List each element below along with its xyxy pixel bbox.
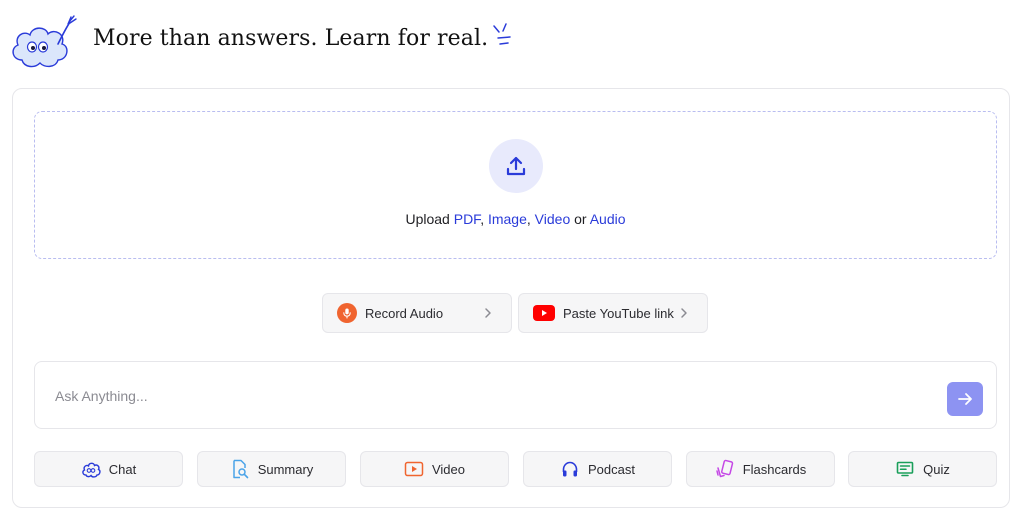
video-play-icon: [404, 459, 424, 479]
mode-chat-label: Chat: [108, 461, 137, 477]
mascot-cloud-icon: [12, 15, 77, 68]
upload-dropzone[interactable]: Upload PDF, Image, Video or Audio: [34, 111, 997, 259]
chevron-right-icon: [485, 308, 491, 318]
mode-flashcards-button[interactable]: Flashcards: [686, 451, 835, 487]
ask-box: [34, 361, 997, 429]
main-card: Upload PDF, Image, Video or Audio Record…: [12, 88, 1010, 508]
upload-or: or: [570, 211, 590, 227]
youtube-link-button[interactable]: Paste YouTube link: [518, 293, 708, 333]
sparkle-icon: [493, 23, 511, 45]
chat-cloud-icon: [81, 459, 101, 479]
record-audio-label: Record Audio: [365, 305, 444, 321]
youtube-icon: [533, 305, 555, 321]
arrow-right-icon: [958, 393, 972, 405]
summary-doc-icon: [230, 459, 250, 479]
upload-prefix: Upload: [405, 211, 454, 227]
mode-summary-label: Summary: [257, 461, 314, 477]
upload-instructions: Upload PDF, Image, Video or Audio: [35, 211, 996, 227]
header: More than answers. Learn for real.: [0, 0, 1024, 80]
upload-image-link[interactable]: Image: [488, 211, 527, 227]
mode-quiz-label: Quiz: [923, 461, 950, 477]
upload-video-link[interactable]: Video: [535, 211, 571, 227]
mode-podcast-button[interactable]: Podcast: [523, 451, 672, 487]
upload-audio-link[interactable]: Audio: [590, 211, 626, 227]
mode-chat-button[interactable]: Chat: [34, 451, 183, 487]
upload-sep-1: ,: [480, 211, 488, 227]
chevron-right-icon: [681, 308, 687, 318]
mode-video-label: Video: [431, 461, 465, 477]
page-title: More than answers. Learn for real.: [93, 26, 489, 51]
upload-button[interactable]: [489, 139, 543, 193]
record-audio-button[interactable]: Record Audio: [322, 293, 512, 333]
youtube-link-label: Paste YouTube link: [563, 305, 674, 321]
mode-flashcards-label: Flashcards: [742, 461, 807, 477]
quiz-board-icon: [895, 459, 915, 479]
microphone-icon: [337, 303, 357, 323]
upload-pdf-link[interactable]: PDF: [454, 211, 480, 227]
upload-icon: [506, 156, 526, 176]
ask-input[interactable]: [55, 384, 915, 408]
upload-sep-2: ,: [526, 211, 535, 227]
send-button[interactable]: [947, 382, 983, 416]
headphones-icon: [560, 459, 580, 479]
mode-video-button[interactable]: Video: [360, 451, 509, 487]
mode-podcast-label: Podcast: [588, 461, 635, 477]
mode-summary-button[interactable]: Summary: [197, 451, 346, 487]
mode-quiz-button[interactable]: Quiz: [848, 451, 997, 487]
mode-bar: Chat Summary Video Podcast Flashcards Qu…: [34, 451, 997, 487]
flashcards-icon: [715, 459, 735, 479]
